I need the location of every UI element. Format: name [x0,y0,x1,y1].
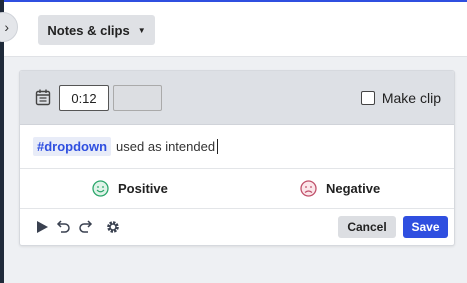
make-clip-label: Make clip [381,90,441,106]
smile-face-icon [92,180,109,197]
chevron-right-icon: › [4,19,9,35]
sentiment-selector: Positive Negative [20,169,454,209]
notes-clips-label: Notes & clips [47,22,130,38]
negative-option[interactable]: Negative [300,180,380,197]
left-rail [0,0,4,283]
header: Notes & clips ▼ [4,2,467,57]
note-text-field[interactable]: #dropdown used as intended [20,125,454,169]
note-tag[interactable]: #dropdown [33,137,112,156]
caret-down-icon: ▼ [137,25,146,35]
forward-icon[interactable] [78,219,94,235]
notes-clips-dropdown[interactable]: Notes & clips ▼ [38,15,155,45]
clip-controls: 0:12 Make clip [20,71,454,125]
text-cursor [217,139,219,154]
note-text: used as intended [116,139,216,154]
play-icon[interactable] [34,219,50,235]
end-time-input[interactable] [113,85,162,111]
negative-label: Negative [326,181,381,196]
note-toolbar: Cancel Save [20,209,454,245]
calendar-icon[interactable] [35,89,51,106]
gear-icon[interactable] [105,219,121,235]
frown-face-icon [300,180,317,197]
positive-label: Positive [118,181,168,196]
note-card: 0:12 Make clip #dropdown used as intende… [19,70,455,246]
cancel-button[interactable]: Cancel [338,216,396,238]
positive-option[interactable]: Positive [92,180,168,197]
start-time-input[interactable]: 0:12 [59,85,109,111]
rewind-icon[interactable] [55,219,71,235]
save-button[interactable]: Save [403,216,448,238]
make-clip-toggle[interactable]: Make clip [360,90,441,106]
make-clip-checkbox[interactable] [360,91,375,105]
